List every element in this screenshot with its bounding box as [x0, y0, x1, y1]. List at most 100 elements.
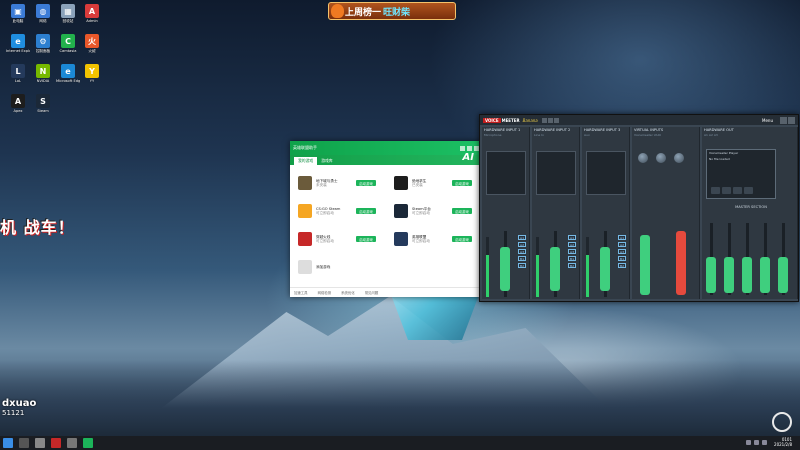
desktop-icon[interactable]: N NVIDIA — [31, 64, 55, 96]
clock[interactable]: 0101 2021/2/8 — [774, 437, 792, 447]
desktop-icon-label: NVIDIA — [36, 79, 50, 83]
bus-fader[interactable] — [706, 257, 716, 293]
volume-icon[interactable] — [754, 440, 760, 445]
bus-button[interactable]: A1 — [518, 235, 526, 240]
close-icon[interactable] — [788, 116, 795, 124]
game-list-item[interactable]: 地下城与勇士 未安装 启动游戏 — [290, 169, 386, 197]
desktop-icon-label: Apex — [13, 109, 23, 113]
rewind-icon[interactable] — [711, 187, 720, 194]
desktop-icon[interactable]: ◍ 网络 — [31, 4, 55, 36]
minimize-icon[interactable] — [460, 145, 465, 151]
taskbar: 0101 2021/2/8 — [0, 412, 800, 450]
stop-icon[interactable] — [733, 187, 742, 194]
game-info: 地下城与勇士 未安装 — [316, 179, 356, 188]
channel-strip: HARDWARE INPUT 2 Line In A1 A2 A3 B1 B2 — [532, 127, 580, 299]
desktop-icon[interactable]: ▣ 此电脑 — [6, 4, 30, 36]
launch-game-button[interactable]: 启动游戏 — [356, 208, 376, 214]
game-list-item[interactable]: 绝地求生 已安装 启动游戏 — [386, 169, 482, 197]
bus-button[interactable]: B1 — [568, 256, 576, 261]
footer-tool-1[interactable]: 网络检测 — [318, 290, 332, 295]
record-icon[interactable] — [541, 117, 547, 123]
bus-fader[interactable] — [778, 257, 788, 293]
search-icon[interactable] — [19, 438, 29, 448]
network-icon[interactable] — [746, 440, 752, 445]
lock-icon[interactable] — [547, 117, 553, 123]
launcher-title: 英雄联盟助手 — [293, 145, 317, 150]
bus-button[interactable]: B2 — [568, 263, 576, 268]
game-list-item[interactable]: 英雄联盟 可立即启动 启动游戏 — [386, 225, 482, 253]
bus-button[interactable]: A3 — [568, 249, 576, 254]
bus-button[interactable]: A1 — [618, 235, 626, 240]
bus-button[interactable]: B1 — [518, 256, 526, 261]
launch-game-button[interactable]: 启动游戏 — [452, 180, 472, 186]
wallpaper-foreground — [0, 360, 800, 436]
launch-game-button[interactable]: 启动游戏 — [452, 236, 472, 242]
desktop-icon[interactable]: ⚙ 控制面板 — [31, 34, 55, 66]
launcher-brand-logo: AI — [462, 152, 474, 163]
pan-pad[interactable] — [486, 151, 526, 195]
voicemeeter-name: MEETER — [501, 117, 520, 123]
desktop-icon[interactable]: 火火绒 — [80, 34, 104, 66]
bus-fader[interactable] — [724, 257, 734, 293]
desktop-icon[interactable]: Y YY — [80, 64, 104, 96]
eq-knob[interactable] — [656, 153, 666, 163]
gain-fader[interactable] — [500, 247, 510, 291]
game-list-item[interactable]: 穿越火线 可立即启动 启动游戏 — [290, 225, 386, 253]
desktop-icon[interactable]: eInternet Explorer — [6, 34, 30, 66]
file-explorer-icon[interactable] — [35, 438, 45, 448]
game-logo-icon — [394, 176, 408, 190]
bus-button[interactable]: B2 — [518, 263, 526, 268]
desktop-icon[interactable]: e Microsoft Edge — [56, 64, 80, 96]
play-icon[interactable] — [722, 187, 731, 194]
tab-game-library[interactable]: 游戏库 — [317, 157, 336, 165]
bus-fader[interactable] — [760, 257, 770, 293]
game-list-item[interactable]: 添加游戏 — [290, 253, 386, 281]
footer-tool-0[interactable]: 加速工具 — [294, 290, 308, 295]
desktop-icon[interactable]: ▦ 回收站 — [56, 4, 80, 36]
bus-button[interactable]: A3 — [618, 249, 626, 254]
bus-button[interactable]: B2 — [618, 263, 626, 268]
settings-icon[interactable] — [553, 117, 559, 123]
game-list-item[interactable]: Steam平台 可立即启动 启动游戏 — [386, 197, 482, 225]
obs-icon[interactable] — [51, 438, 61, 448]
desktop-icon[interactable]: A Apex — [6, 94, 30, 126]
tab-my-games[interactable]: 我的游戏 — [294, 157, 318, 165]
channel-strip: HARDWARE INPUT 3 Aux A1 A2 A3 B1 B2 — [582, 127, 630, 299]
bus-fader[interactable] — [742, 257, 752, 293]
desktop-icon[interactable]: L LoL — [6, 64, 30, 96]
gain-fader[interactable] — [550, 247, 560, 291]
voicemeeter-taskbar-icon[interactable] — [67, 438, 77, 448]
bus-button[interactable]: A3 — [518, 249, 526, 254]
eq-knob[interactable] — [638, 153, 648, 163]
gain-fader[interactable] — [600, 247, 610, 291]
language-icon[interactable] — [762, 440, 768, 445]
footer-tool-2[interactable]: 系统优化 — [341, 290, 355, 295]
bus-button[interactable]: A2 — [618, 242, 626, 247]
maximize-icon[interactable] — [467, 145, 472, 151]
bus-button[interactable]: B1 — [618, 256, 626, 261]
launch-game-button[interactable]: 启动游戏 — [356, 236, 376, 242]
gain-fader-active[interactable] — [676, 231, 686, 295]
desktop-icon-label: Internet Explorer — [6, 49, 30, 53]
gain-fader[interactable] — [640, 235, 650, 295]
pan-pad[interactable] — [536, 151, 576, 195]
footer-tool-3[interactable]: 常见问题 — [365, 290, 379, 295]
voicemeeter-menu-button[interactable]: Menu — [762, 118, 773, 123]
launch-game-button[interactable]: 启动游戏 — [356, 180, 376, 186]
bus-button[interactable]: A2 — [518, 242, 526, 247]
launch-game-button[interactable]: 启动游戏 — [452, 208, 472, 214]
game-list-item[interactable]: CS:GO Steam 可立即启动 启动游戏 — [290, 197, 386, 225]
launcher-footer: 加速工具 网络检测 系统优化 常见问题 — [290, 287, 482, 297]
bus-button[interactable]: A2 — [568, 242, 576, 247]
desktop-icon-label: Microsoft Edge — [56, 79, 80, 83]
desktop-icon[interactable]: S Steam — [31, 94, 55, 126]
start-icon[interactable] — [3, 438, 13, 448]
desktop-icon[interactable]: A Admin — [80, 4, 104, 36]
minimize-icon[interactable] — [780, 116, 787, 124]
desktop-icon[interactable]: C Camtasia — [56, 34, 80, 66]
pan-pad[interactable] — [586, 151, 626, 195]
launcher-taskbar-icon[interactable] — [83, 438, 93, 448]
record-button-icon[interactable] — [744, 187, 753, 194]
eq-knob[interactable] — [674, 153, 684, 163]
bus-button[interactable]: A1 — [568, 235, 576, 240]
